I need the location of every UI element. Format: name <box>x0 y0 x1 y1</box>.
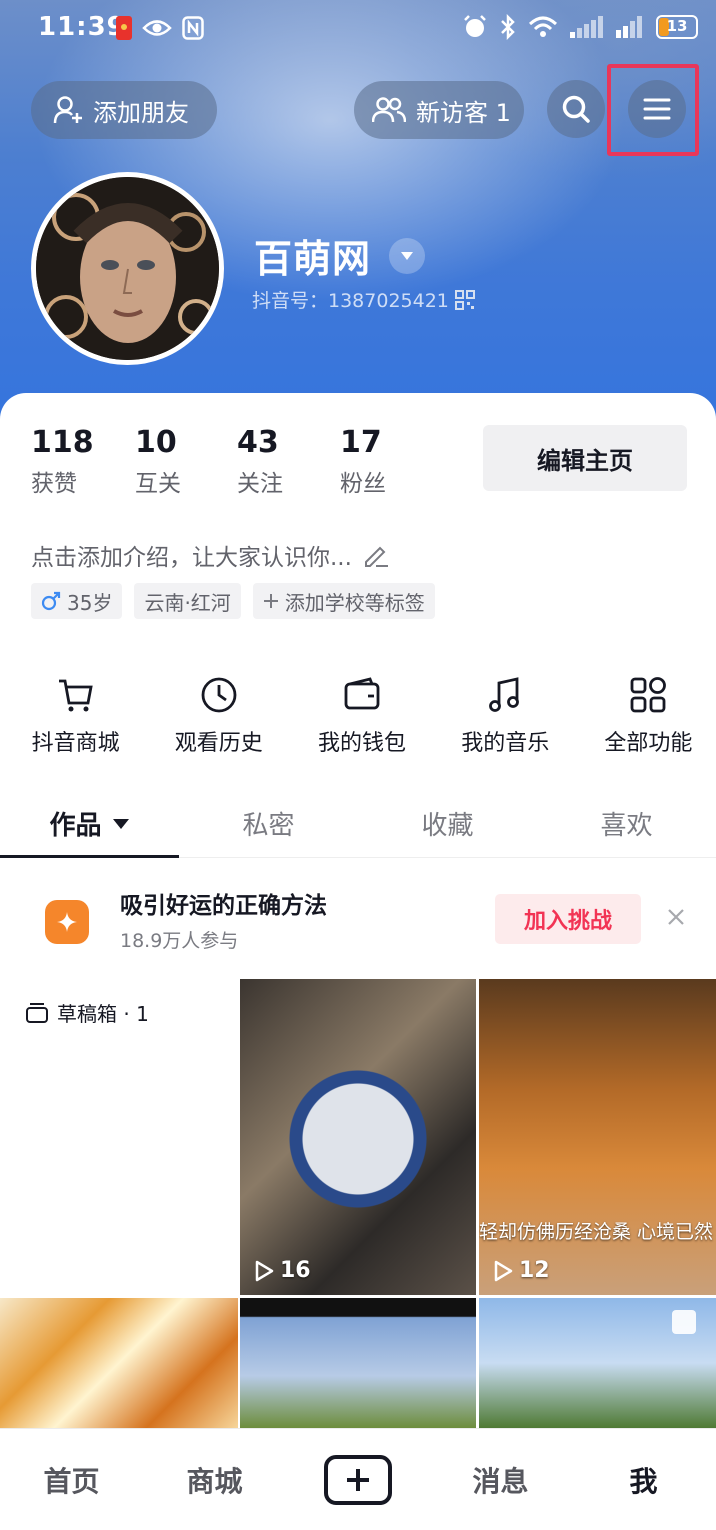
edit-profile-button[interactable]: 编辑主页 <box>483 425 687 491</box>
plus-icon <box>263 594 278 608</box>
caret-down-icon <box>401 251 414 260</box>
drafts-label: 草稿箱 · 1 <box>57 1002 149 1026</box>
avatar[interactable] <box>31 172 224 365</box>
close-icon[interactable] <box>663 904 689 930</box>
battery-indicator: 13 <box>656 15 698 39</box>
caret-down-icon <box>112 818 129 829</box>
tag-add-school[interactable]: 添加学校等标签 <box>252 583 435 619</box>
signal-icon <box>570 16 603 38</box>
visitors-icon <box>372 97 406 123</box>
search-button[interactable] <box>547 80 605 138</box>
tag-age[interactable]: 35岁 <box>31 583 123 619</box>
status-bar: 11:39 13 <box>0 0 716 58</box>
stat-followers[interactable]: 17 粉丝 <box>340 425 386 498</box>
wallet-icon <box>344 677 380 710</box>
tag-location[interactable]: 云南·红河 <box>134 583 241 619</box>
new-visitor-button[interactable]: 新访客 1 <box>354 81 524 139</box>
stat-following[interactable]: 43 关注 <box>237 425 283 498</box>
status-time: 11:39 <box>38 12 126 42</box>
highlight-box <box>607 64 699 156</box>
play-icon <box>494 1260 513 1281</box>
join-challenge-button[interactable]: 加入挑战 <box>495 894 641 944</box>
stat-mutual[interactable]: 10 互关 <box>135 425 181 498</box>
video-thumbnail[interactable] <box>240 1298 476 1428</box>
new-visitor-label: 新访客 1 <box>416 98 511 127</box>
drafts-folder[interactable]: 草稿箱 · 1 <box>25 998 149 1027</box>
bio[interactable]: 点击添加介绍，让大家认识你... <box>31 538 390 572</box>
qr-code-icon[interactable] <box>454 289 475 310</box>
tool-wallet[interactable]: 我的钱包 <box>294 675 429 757</box>
challenge-participants: 18.9万人参与 <box>120 930 239 952</box>
play-icon <box>255 1260 274 1281</box>
tool-music[interactable]: 我的音乐 <box>438 675 573 757</box>
video-subtitle: 轻却仿佛历经沧桑 心境已然 <box>479 1221 714 1243</box>
bottom-navigation: 首页 商城 消息 我 <box>0 1428 716 1530</box>
tab-favorites[interactable]: 收藏 <box>358 790 537 857</box>
avatar-image <box>36 177 219 360</box>
video-thumbnail[interactable] <box>0 1298 238 1428</box>
search-icon <box>562 95 590 123</box>
video-thumbnail[interactable] <box>479 1298 716 1428</box>
plus-icon <box>346 1468 369 1491</box>
tab-private[interactable]: 私密 <box>179 790 358 857</box>
music-icon <box>489 677 520 712</box>
video-thumbnail[interactable]: 轻却仿佛历经沧桑 心境已然 12 <box>479 979 716 1295</box>
bluetooth-icon <box>501 14 515 40</box>
eye-icon <box>142 20 172 36</box>
challenge-banner[interactable]: 吸引好运的正确方法 18.9万人参与 加入挑战 <box>0 872 716 968</box>
nav-create-button[interactable] <box>286 1454 429 1505</box>
profile-name: 百萌网 <box>254 237 372 281</box>
challenge-title: 吸引好运的正确方法 <box>120 893 327 919</box>
red-packet-icon <box>116 16 132 40</box>
clock-icon <box>201 677 237 713</box>
content-tabs: 作品 私密 收藏 喜欢 <box>0 790 716 858</box>
nav-messages[interactable]: 消息 <box>429 1460 572 1500</box>
add-friend-label: 添加朋友 <box>93 98 189 127</box>
stat-likes[interactable]: 118 获赞 <box>31 425 94 498</box>
nav-home[interactable]: 首页 <box>0 1460 143 1500</box>
wifi-icon <box>528 16 558 37</box>
signal-icon-2 <box>616 16 642 38</box>
alarm-icon <box>464 15 486 37</box>
grid-icon <box>631 677 667 713</box>
nav-mall[interactable]: 商城 <box>143 1460 286 1500</box>
douyin-id: 抖音号：1387025421 <box>252 290 449 312</box>
nfc-icon <box>182 16 204 40</box>
edit-pencil-icon <box>364 546 388 567</box>
play-count: 12 <box>519 1258 550 1283</box>
bio-text: 点击添加介绍，让大家认识你... <box>31 545 352 571</box>
tool-shop[interactable]: 抖音商城 <box>8 675 143 757</box>
tools-row: 抖音商城 观看历史 我的钱包 我的音乐 全部功能 <box>0 675 716 757</box>
add-friend-button[interactable]: 添加朋友 <box>31 81 217 139</box>
add-user-icon <box>53 96 82 124</box>
tool-all-features[interactable]: 全部功能 <box>581 675 716 757</box>
tool-history[interactable]: 观看历史 <box>151 675 286 757</box>
challenge-icon <box>45 900 89 944</box>
nav-me[interactable]: 我 <box>572 1460 715 1500</box>
male-icon <box>41 591 61 611</box>
tab-works[interactable]: 作品 <box>0 790 179 858</box>
play-count: 16 <box>280 1258 311 1283</box>
cart-icon <box>58 679 93 712</box>
video-thumbnail[interactable]: 16 <box>240 979 476 1295</box>
tab-likes[interactable]: 喜欢 <box>537 790 716 857</box>
multi-image-icon <box>672 1310 696 1334</box>
account-switch-button[interactable] <box>389 237 426 274</box>
drafts-box-icon <box>26 1002 48 1023</box>
sparkle-icon <box>57 912 77 932</box>
